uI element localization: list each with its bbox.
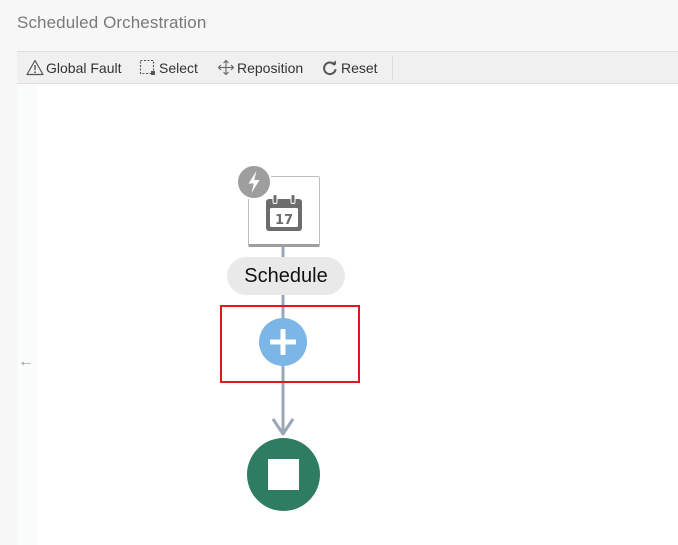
calendar-icon: 17	[266, 194, 302, 231]
calendar-day-number: 17	[275, 213, 293, 228]
trigger-badge	[236, 164, 272, 200]
plus-icon	[270, 329, 296, 355]
add-action-button[interactable]	[259, 318, 307, 366]
end-node[interactable]	[247, 438, 320, 511]
schedule-node-label[interactable]: Schedule	[227, 257, 345, 295]
stop-square-icon	[268, 459, 299, 490]
lightning-bolt-icon	[248, 171, 260, 193]
